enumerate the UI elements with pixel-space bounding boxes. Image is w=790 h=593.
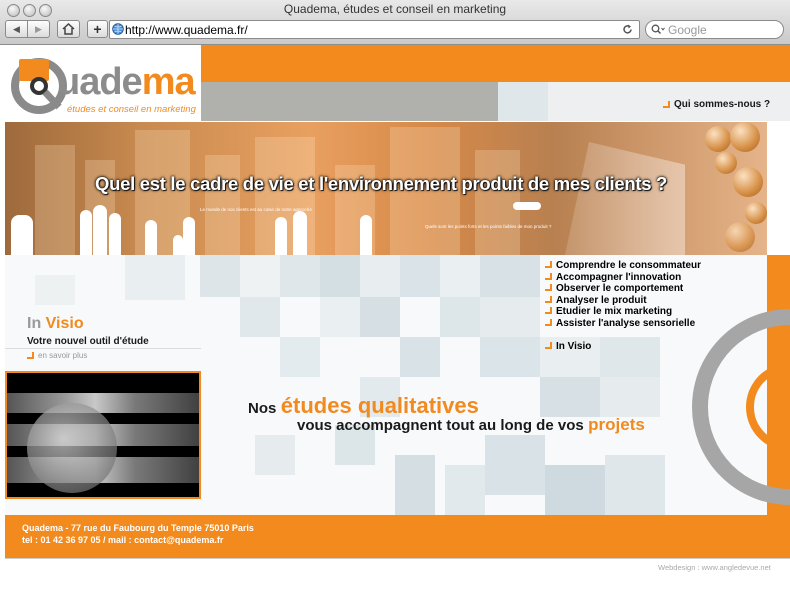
menu-item-label: Accompagner l'innovation: [556, 271, 682, 283]
header-tile: [498, 82, 548, 121]
home-button[interactable]: [57, 20, 80, 38]
arrow-icon: [27, 352, 34, 359]
banner-caption-2: Quels sont les points forts et les point…: [425, 224, 552, 229]
menu-item-label: Observer le comportement: [556, 283, 684, 294]
services-menu: Comprendre le consommateur Accompagner l…: [545, 260, 701, 353]
search-field[interactable]: Google: [645, 20, 784, 39]
menu-item-label: Comprendre le consommateur: [556, 260, 702, 271]
browser-toolbar: Quadema, études et conseil en marketing …: [0, 0, 790, 45]
arrow-icon: [545, 307, 552, 314]
menu-item-assister[interactable]: Assister l'analyse sensorielle: [545, 318, 701, 330]
tagline-part3: vous accompagnent tout au long de vos: [297, 417, 584, 434]
url-text: http://www.quadema.fr/: [125, 23, 248, 37]
web-page: Qui sommes-nous ? uadema études et conse…: [0, 45, 790, 593]
invisio-title: In Visio: [27, 315, 84, 333]
menu-item-observer[interactable]: Observer le comportement: [545, 283, 701, 295]
menu-item-label: Analyser le produit: [556, 294, 647, 306]
banner-headline: Quel est le cadre de vie et l'environnem…: [95, 173, 668, 194]
tagline-part4: projets: [588, 415, 645, 434]
invisio-more-link[interactable]: en savoir plus: [27, 351, 87, 360]
menu-item-label: Etudier le mix marketing: [556, 306, 673, 317]
menu-item-invisio[interactable]: In Visio: [545, 341, 701, 353]
arrow-icon: [663, 101, 670, 108]
menu-item-accompagner[interactable]: Accompagner l'innovation: [545, 272, 701, 284]
divider: [5, 558, 790, 559]
nav-link-about[interactable]: Qui sommes-nous ?: [663, 99, 770, 110]
forward-icon: ▶: [35, 23, 42, 34]
globe-icon: [112, 23, 124, 35]
menu-item-label: In Visio: [556, 341, 592, 352]
arrow-icon: [545, 272, 552, 280]
invisio-video-thumbnail[interactable]: [5, 371, 201, 499]
menu-item-etudier[interactable]: Etudier le mix marketing: [545, 306, 701, 318]
forward-button[interactable]: ▶: [27, 20, 50, 38]
menu-item-comprendre[interactable]: Comprendre le consommateur: [545, 260, 701, 272]
footer-address: Quadema - 77 rue du Faubourg du Temple 7…: [22, 523, 254, 533]
nav-link-about-label: Qui sommes-nous ?: [674, 99, 771, 110]
invisio-title-visio: Visio: [45, 315, 84, 332]
arrow-icon: [545, 318, 552, 326]
divider: [5, 348, 201, 349]
plus-icon: +: [93, 21, 102, 37]
menu-item-analyser[interactable]: Analyser le produit: [545, 295, 701, 307]
search-icon: [651, 24, 665, 35]
back-icon: ◀: [13, 23, 20, 34]
tagline-line-2: vous accompagnent tout au long de vos pr…: [297, 415, 645, 435]
logo-wordmark: uadema: [57, 61, 196, 103]
webdesign-credit-link[interactable]: Webdesign : www.angledevue.net: [658, 563, 771, 572]
banner-caption-1: Le monde de nos clients est au cœur de n…: [200, 207, 312, 212]
hero-banner: Quel est le cadre de vie et l'environnem…: [5, 122, 767, 255]
footer-bar: Quadema - 77 rue du Faubourg du Temple 7…: [5, 515, 767, 558]
header-gray-strip: [201, 82, 498, 121]
back-button[interactable]: ◀: [5, 20, 28, 38]
tagline-part1: Nos: [248, 400, 277, 417]
reclining-person-figure: [513, 202, 541, 210]
menu-item-label: Assister l'analyse sensorielle: [556, 317, 696, 329]
reload-icon[interactable]: [622, 24, 633, 35]
logo-tagline: études et conseil en marketing: [67, 104, 196, 115]
footer-contact: tel : 01 42 36 97 05 / mail : contact@qu…: [22, 535, 224, 545]
arrow-icon: [545, 261, 552, 268]
address-bar[interactable]: http://www.quadema.fr/: [109, 20, 640, 39]
logo[interactable]: uadema études et conseil en marketing: [5, 45, 201, 122]
invisio-more-label: en savoir plus: [38, 351, 88, 360]
arrow-icon: [545, 284, 552, 291]
arrow-icon: [545, 295, 552, 303]
window-title: Quadema, études et conseil en marketing: [283, 2, 507, 16]
add-bookmark-button[interactable]: +: [87, 20, 108, 38]
header-orange-band: [201, 45, 790, 82]
search-placeholder: Google: [668, 23, 707, 37]
invisio-title-in: In: [27, 315, 42, 332]
invisio-subtitle: Votre nouvel outil d'étude: [27, 336, 149, 347]
arrow-icon: [545, 342, 552, 349]
home-icon: [62, 23, 75, 35]
